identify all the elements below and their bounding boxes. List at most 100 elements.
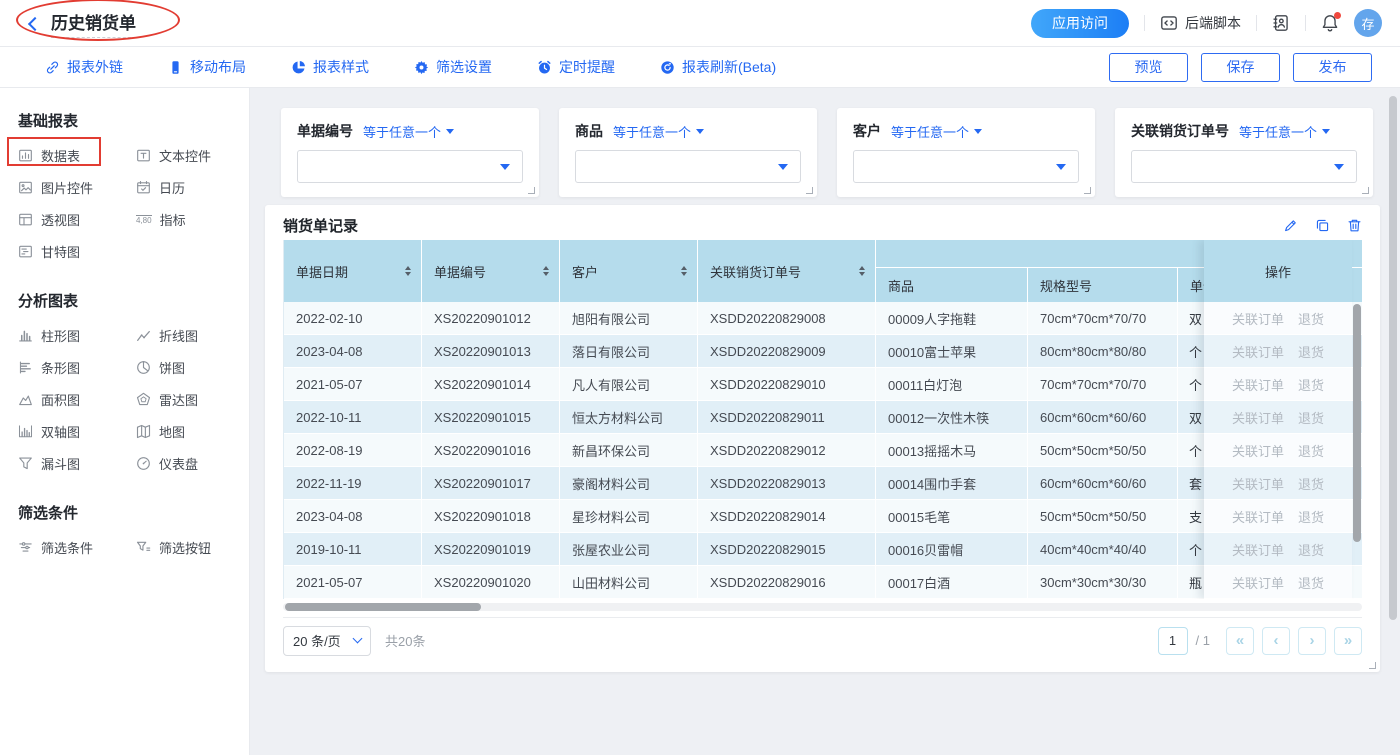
return-button[interactable]: 退货 <box>1298 474 1324 493</box>
column-header-order-no[interactable]: 关联销货订单号 <box>698 240 876 302</box>
sidebar-item-pivot[interactable]: 透视图 <box>18 210 136 229</box>
contact-book-icon[interactable] <box>1272 14 1290 32</box>
edit-icon[interactable] <box>1283 218 1298 233</box>
filter-value-select[interactable] <box>575 150 801 183</box>
link-order-button[interactable]: 关联订单 <box>1232 375 1284 394</box>
sidebar-item-gantt[interactable]: 甘特图 <box>18 242 136 261</box>
page-vertical-scrollbar[interactable] <box>1389 96 1397 620</box>
image-widget-icon <box>18 180 33 195</box>
toolbar-item-report-style[interactable]: 报表样式 <box>291 57 369 77</box>
filter-widget-product[interactable]: 商品 等于任意一个 <box>559 108 817 197</box>
cell-customer: 落日有限公司 <box>560 335 698 368</box>
link-order-button[interactable]: 关联订单 <box>1232 573 1284 592</box>
resize-handle[interactable] <box>806 187 813 194</box>
sidebar-item-bar-chart[interactable]: 条形图 <box>18 358 136 377</box>
sort-icon[interactable] <box>405 266 411 276</box>
copy-icon[interactable] <box>1315 218 1330 233</box>
sidebar-item-map[interactable]: 地图 <box>136 422 249 441</box>
return-button[interactable]: 退货 <box>1298 507 1324 526</box>
sidebar-item-line-chart[interactable]: 折线图 <box>136 326 249 345</box>
filter-field-label: 单据编号 <box>297 121 353 141</box>
sidebar-item-metric[interactable]: 4,80指标 <box>136 210 249 229</box>
sidebar-item-image-widget[interactable]: 图片控件 <box>18 178 136 197</box>
link-order-button[interactable]: 关联订单 <box>1232 507 1284 526</box>
toolbar-item-report-refresh[interactable]: 报表刷新(Beta) <box>660 57 776 77</box>
back-icon[interactable] <box>28 16 42 30</box>
sidebar-item-datatable[interactable]: 数据表 <box>18 146 136 165</box>
sidebar-item-pie-chart[interactable]: 饼图 <box>136 358 249 377</box>
filter-value-select[interactable] <box>297 150 523 183</box>
sidebar-item-calendar[interactable]: 日历 <box>136 178 249 197</box>
table-vertical-scrollbar[interactable] <box>1353 304 1361 542</box>
trash-icon[interactable] <box>1347 218 1362 233</box>
link-order-button[interactable]: 关联订单 <box>1232 540 1284 559</box>
cell-spec: 60cm*60cm*60/60 <box>1028 467 1178 500</box>
report-style-icon <box>291 60 306 75</box>
sort-icon[interactable] <box>859 266 865 276</box>
resize-handle[interactable] <box>1369 662 1376 669</box>
filter-operator[interactable]: 等于任意一个 <box>891 122 982 141</box>
funnel-chart-icon <box>18 456 33 471</box>
filter-operator[interactable]: 等于任意一个 <box>613 122 704 141</box>
sidebar-item-dual-axis-chart[interactable]: 双轴图 <box>18 422 136 441</box>
sidebar-item-filter-button[interactable]: 筛选按钮 <box>136 538 249 557</box>
toolbar-item-mobile-layout[interactable]: 移动布局 <box>168 57 246 77</box>
filter-operator[interactable]: 等于任意一个 <box>363 122 454 141</box>
return-button[interactable]: 退货 <box>1298 573 1324 592</box>
link-order-button[interactable]: 关联订单 <box>1232 441 1284 460</box>
filter-widget-doc-no[interactable]: 单据编号 等于任意一个 <box>281 108 539 197</box>
sidebar-item-radar-chart[interactable]: 雷达图 <box>136 390 249 409</box>
sidebar-item-area-chart[interactable]: 面积图 <box>18 390 136 409</box>
return-button[interactable]: 退货 <box>1298 441 1324 460</box>
app-access-button[interactable]: 应用访问 <box>1031 9 1129 38</box>
return-button[interactable]: 退货 <box>1298 342 1324 361</box>
sidebar-item-column-chart[interactable]: 柱形图 <box>18 326 136 345</box>
link-order-button[interactable]: 关联订单 <box>1232 474 1284 493</box>
sort-icon[interactable] <box>543 266 549 276</box>
save-button[interactable]: 保存 <box>1201 53 1280 82</box>
page-title: 历史销货单 <box>51 9 136 38</box>
column-header-product[interactable]: 商品 <box>876 268 1028 302</box>
preview-button[interactable]: 预览 <box>1109 53 1188 82</box>
return-button[interactable]: 退货 <box>1298 540 1324 559</box>
page-size-select[interactable]: 20 条/页 <box>283 626 371 656</box>
toolbar-item-filter-settings[interactable]: 筛选设置 <box>414 57 492 77</box>
return-button[interactable]: 退货 <box>1298 309 1324 328</box>
link-order-button[interactable]: 关联订单 <box>1232 309 1284 328</box>
last-page-button[interactable] <box>1334 627 1362 655</box>
resize-handle[interactable] <box>528 187 535 194</box>
filter-widget-sales-order[interactable]: 关联销货订单号 等于任意一个 <box>1115 108 1373 197</box>
column-header-doc-no[interactable]: 单据编号 <box>422 240 560 302</box>
column-header-date[interactable]: 单据日期 <box>284 240 422 302</box>
filter-operator[interactable]: 等于任意一个 <box>1239 122 1330 141</box>
resize-handle[interactable] <box>1084 187 1091 194</box>
toolbar-item-timed-reminder[interactable]: 定时提醒 <box>537 57 615 77</box>
first-page-button[interactable] <box>1226 627 1254 655</box>
page-number-input[interactable]: 1 <box>1158 627 1188 655</box>
sidebar-item-filter-condition[interactable]: 筛选条件 <box>18 538 136 557</box>
table-horizontal-scrollbar[interactable] <box>285 603 481 611</box>
sort-icon[interactable] <box>681 266 687 276</box>
toolbar-item-report-link[interactable]: 报表外链 <box>45 57 123 77</box>
notification-bell-icon[interactable] <box>1321 14 1339 32</box>
sidebar-item-funnel-chart[interactable]: 漏斗图 <box>18 454 136 473</box>
column-header-customer[interactable]: 客户 <box>560 240 698 302</box>
return-button[interactable]: 退货 <box>1298 408 1324 427</box>
avatar[interactable]: 存 <box>1354 9 1382 37</box>
backend-script-button[interactable]: 后端脚本 <box>1160 13 1241 33</box>
filter-value-select[interactable] <box>853 150 1079 183</box>
publish-button[interactable]: 发布 <box>1293 53 1372 82</box>
table-row: 2022-10-11XS20220901015恒太方材料公司XSDD202208… <box>284 401 1362 434</box>
return-button[interactable]: 退货 <box>1298 375 1324 394</box>
cell-spec: 60cm*60cm*60/60 <box>1028 401 1178 434</box>
link-order-button[interactable]: 关联订单 <box>1232 342 1284 361</box>
column-header-spec[interactable]: 规格型号 <box>1028 268 1178 302</box>
sidebar-item-text-widget[interactable]: 文本控件 <box>136 146 249 165</box>
sidebar-item-gauge[interactable]: 仪表盘 <box>136 454 249 473</box>
link-order-button[interactable]: 关联订单 <box>1232 408 1284 427</box>
prev-page-button[interactable] <box>1262 627 1290 655</box>
filter-widget-customer[interactable]: 客户 等于任意一个 <box>837 108 1095 197</box>
next-page-button[interactable] <box>1298 627 1326 655</box>
resize-handle[interactable] <box>1362 187 1369 194</box>
filter-value-select[interactable] <box>1131 150 1357 183</box>
